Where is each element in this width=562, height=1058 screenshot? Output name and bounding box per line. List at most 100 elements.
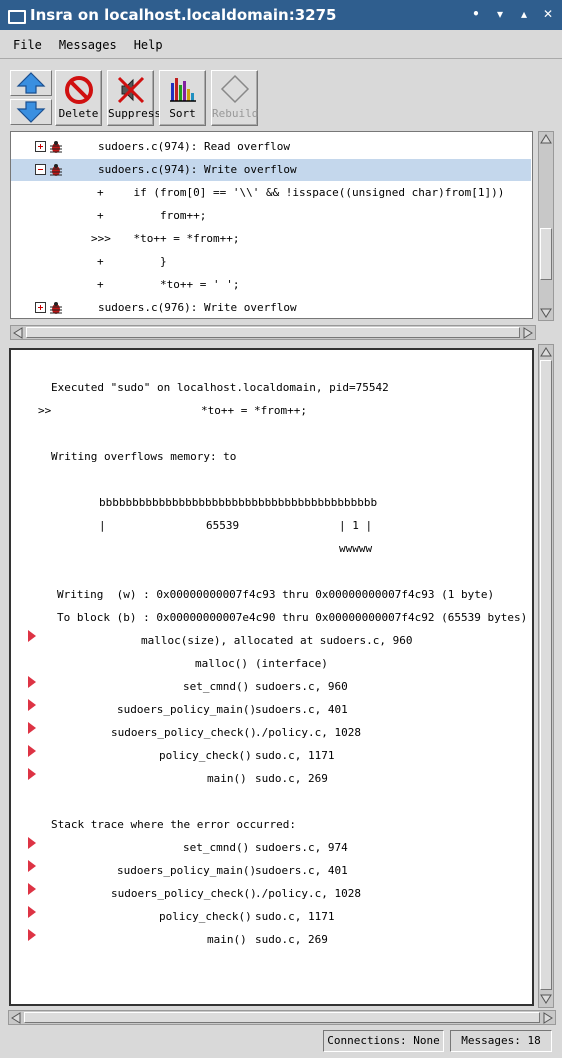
list-scroll-thumb[interactable] <box>540 228 552 280</box>
error-list[interactable]: sudoers.c(974): Read overflow sudoers.c(… <box>10 131 533 319</box>
alloc-frame-fn: policy_check() <box>159 749 252 762</box>
expand-frame-icon[interactable] <box>28 860 36 872</box>
line-marker: + <box>97 209 104 222</box>
expand-frame-icon[interactable] <box>28 768 36 780</box>
arrow-down-icon <box>16 101 46 123</box>
memory-write-bytes: wwwww <box>339 542 373 555</box>
alloc-frame-fn: sudoers_policy_main() <box>117 703 257 716</box>
code-line[interactable]: + from++; <box>11 205 531 227</box>
list-vertical-scrollbar[interactable] <box>538 131 554 321</box>
minimize-icon[interactable]: ▾ <box>492 6 508 22</box>
scroll-down-icon[interactable] <box>540 307 552 319</box>
arrow-up-icon <box>16 72 46 94</box>
code-line[interactable]: + if (from[0] == '\\' && !isspace((unsig… <box>11 182 531 204</box>
delete-button[interactable]: Delete <box>55 70 102 126</box>
code-line[interactable]: + } <box>11 251 531 273</box>
expand-frame-icon[interactable] <box>28 837 36 849</box>
alloc-frame-loc: sudoers.c, 960 <box>255 680 348 693</box>
list-item[interactable]: sudoers.c(974): Read overflow <box>11 136 531 158</box>
scroll-up-icon[interactable] <box>540 133 552 145</box>
list-item[interactable]: sudoers.c(976): Write overflow <box>11 297 531 318</box>
stack-frame-fn: policy_check() <box>159 910 252 923</box>
expand-frame-icon[interactable] <box>28 745 36 757</box>
rebuild-label: Rebuild <box>212 107 259 120</box>
code-line[interactable]: + *to++ = ' '; <box>11 274 531 296</box>
bar-chart-icon <box>170 78 196 102</box>
expand-frame-icon[interactable] <box>28 676 36 688</box>
detail-vertical-scrollbar[interactable] <box>538 344 554 1008</box>
line-marker: + <box>97 255 104 268</box>
app-window-icon[interactable] <box>6 6 26 24</box>
memory-block-bytes: bbbbbbbbbbbbbbbbbbbbbbbbbbbbbbbbbbbbbbbb… <box>99 496 378 509</box>
menu-file[interactable]: File <box>13 38 42 52</box>
alloc-frame-loc: sudoers.c, 401 <box>255 703 348 716</box>
bug-icon <box>50 141 62 153</box>
connections-status: Connections: None <box>323 1030 444 1052</box>
status-bar: Connections: None Messages: 18 <box>0 1026 562 1058</box>
delete-label: Delete <box>58 107 99 120</box>
line-marker: + <box>97 278 104 291</box>
expand-icon[interactable] <box>35 141 46 152</box>
collapse-icon[interactable] <box>35 164 46 175</box>
memory-pipe-right: | 1 | <box>339 519 373 532</box>
alloc-frame-fn: malloc(size), allocated at sudoers.c, 96… <box>141 634 413 647</box>
detail-scroll-thumb[interactable] <box>540 360 552 990</box>
bug-icon <box>50 302 62 314</box>
list-item-text: sudoers.c(974): Read overflow <box>98 140 291 153</box>
scroll-left-icon[interactable] <box>10 1012 22 1024</box>
code-text: } <box>107 255 167 268</box>
messages-count: Messages: 18 <box>450 1030 552 1052</box>
shade-icon[interactable]: • <box>468 6 484 22</box>
title-bar: Insra on localhost.localdomain:3275 • ▾ … <box>0 0 562 30</box>
rebuild-button[interactable]: Rebuild <box>211 70 258 126</box>
expand-frame-icon[interactable] <box>28 883 36 895</box>
menu-help[interactable]: Help <box>134 38 163 52</box>
stack-frame-loc: sudoers.c, 974 <box>255 841 348 854</box>
scroll-left-icon[interactable] <box>12 327 24 339</box>
window-controls: • ▾ ▴ ✕ <box>468 6 556 22</box>
list-item-text: sudoers.c(974): Write overflow <box>98 163 297 176</box>
suppress-button[interactable]: Suppress <box>107 70 161 126</box>
alloc-frame-loc: sudo.c, 1171 <box>255 749 335 762</box>
detail-pane[interactable]: Executed "sudo" on localhost.localdomain… <box>9 348 534 1006</box>
memory-pipe-left: | <box>99 519 106 532</box>
alloc-frame-fn: malloc() <box>195 657 248 670</box>
writing-range: Writing (w) : 0x00000000007f4c93 thru 0x… <box>57 588 495 601</box>
speaker-muted-icon <box>117 76 145 104</box>
expand-icon[interactable] <box>35 302 46 313</box>
expand-frame-icon[interactable] <box>28 699 36 711</box>
code-line[interactable]: >>> *to++ = *from++; <box>11 228 531 250</box>
window-title: Insra on localhost.localdomain:3275 <box>30 6 337 24</box>
alloc-frame-loc: (interface) <box>255 657 328 670</box>
scroll-right-icon[interactable] <box>522 327 534 339</box>
detail-horizontal-scrollbar[interactable] <box>8 1010 556 1025</box>
sort-label: Sort <box>169 107 196 120</box>
scroll-up-icon[interactable] <box>540 346 552 358</box>
close-icon[interactable]: ✕ <box>540 6 556 22</box>
stack-frame-loc: sudo.c, 269 <box>255 933 328 946</box>
maximize-icon[interactable]: ▴ <box>516 6 532 22</box>
list-horizontal-scrollbar[interactable] <box>10 325 536 340</box>
code-text: if (from[0] == '\\' && !isspace((unsigne… <box>107 186 505 199</box>
expand-frame-icon[interactable] <box>28 929 36 941</box>
sort-button[interactable]: Sort <box>159 70 206 126</box>
bug-icon <box>50 164 62 176</box>
line-marker: + <box>97 186 104 199</box>
detail-hscroll-thumb[interactable] <box>24 1012 540 1023</box>
next-button[interactable] <box>10 99 52 125</box>
expand-frame-icon[interactable] <box>28 722 36 734</box>
scroll-right-icon[interactable] <box>542 1012 554 1024</box>
list-hscroll-thumb[interactable] <box>26 327 520 338</box>
expand-frame-icon[interactable] <box>28 906 36 918</box>
scroll-down-icon[interactable] <box>540 993 552 1005</box>
previous-button[interactable] <box>10 70 52 96</box>
code-text: *to++ = *from++; <box>107 232 240 245</box>
writing-heading: Writing overflows memory: to <box>51 450 237 463</box>
menu-messages[interactable]: Messages <box>59 38 117 52</box>
code-text: from++; <box>107 209 207 222</box>
list-item[interactable]: sudoers.c(974): Write overflow <box>11 159 531 181</box>
expand-frame-icon[interactable] <box>28 630 36 642</box>
stack-frame-loc: ./policy.c, 1028 <box>255 887 361 900</box>
block-range: To block (b) : 0x00000000007e4c90 thru 0… <box>57 611 528 624</box>
stack-frame-fn: main() <box>207 933 247 946</box>
